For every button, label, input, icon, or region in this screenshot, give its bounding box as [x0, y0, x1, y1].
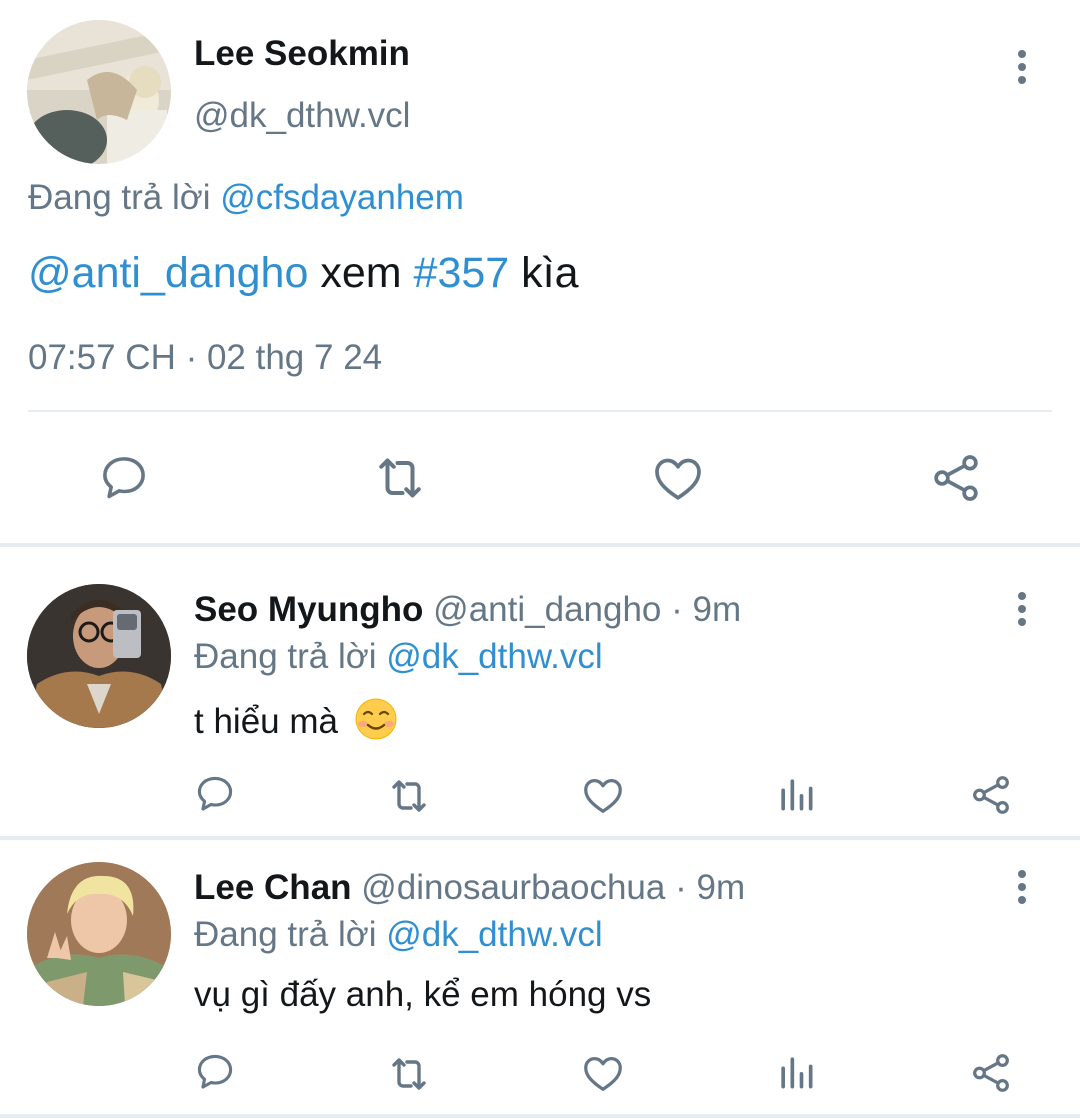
author-handle[interactable]: @anti_dangho [433, 590, 661, 629]
reply-icon [197, 776, 233, 811]
more-options-icon[interactable] [1016, 592, 1028, 626]
tweet-word: xem [320, 249, 402, 297]
author-handle[interactable]: @dk_dthw.vcl [194, 96, 410, 136]
retweet-button[interactable] [385, 1050, 433, 1098]
author-name[interactable]: Seo Myungho [194, 590, 423, 629]
avatar[interactable] [27, 862, 171, 1006]
reply-prefix: Đang trả lời [194, 637, 377, 676]
like-button[interactable] [580, 1050, 626, 1096]
section-divider [0, 836, 1080, 840]
avatar[interactable] [27, 20, 171, 164]
reply-text: vụ gì đấy anh, kể em hóng vs [194, 975, 652, 1014]
analytics-icon [781, 1057, 813, 1089]
retweet-button[interactable] [385, 772, 433, 820]
analytics-button[interactable] [774, 772, 818, 816]
reply-text-content: t hiểu mà [194, 701, 338, 741]
like-button[interactable] [580, 772, 626, 818]
share-button[interactable] [968, 772, 1014, 818]
reply-icon [103, 457, 145, 499]
like-icon [584, 778, 622, 813]
author-name[interactable]: Lee Chan [194, 868, 352, 907]
section-divider [0, 1114, 1080, 1118]
relative-time[interactable]: · 9m [675, 868, 745, 907]
reply-context: Đang trả lời @dk_dthw.vcl [194, 915, 603, 955]
more-options-icon[interactable] [1016, 50, 1028, 84]
reply-to-link[interactable]: @dk_dthw.vcl [386, 637, 602, 676]
reply-header: Seo Myungho @anti_dangho · 9m [194, 590, 741, 630]
timestamp[interactable]: 07:57 CH · 02 thg 7 24 [28, 338, 382, 378]
author-name[interactable]: Lee Seokmin [194, 34, 410, 74]
reply-prefix: Đang trả lời [28, 178, 211, 217]
reply-to-link[interactable]: @dk_dthw.vcl [386, 915, 602, 954]
reply-button[interactable] [193, 1050, 237, 1094]
reply-to-link[interactable]: @cfsdayanhem [220, 178, 464, 217]
analytics-button[interactable] [774, 1050, 818, 1094]
share-button[interactable] [968, 1050, 1014, 1096]
retweet-icon [392, 1058, 426, 1090]
relative-time[interactable]: · 9m [671, 590, 741, 629]
reply-context: Đang trả lời @dk_dthw.vcl [194, 637, 603, 677]
like-icon [655, 458, 701, 500]
reply-button[interactable] [193, 772, 237, 816]
mention-link[interactable]: @anti_dangho [28, 249, 308, 297]
reply-prefix: Đang trả lời [194, 915, 377, 954]
reply-context: Đang trả lời @cfsdayanhem [28, 178, 464, 218]
retweet-icon [392, 780, 426, 812]
like-button[interactable] [648, 448, 708, 508]
reply-icon [197, 1054, 233, 1089]
section-divider [0, 543, 1080, 547]
divider [28, 410, 1052, 412]
share-icon [973, 1054, 1009, 1092]
share-icon [934, 455, 978, 501]
reply-text: t hiểu mà [194, 697, 398, 750]
smiling-face-icon [354, 697, 398, 750]
tweet-text: @anti_dangho xem #357 kìa [28, 248, 579, 298]
share-button[interactable] [926, 448, 986, 508]
tweet-word: kìa [521, 249, 579, 297]
like-icon [584, 1056, 622, 1091]
more-options-icon[interactable] [1016, 870, 1028, 904]
reply-button[interactable] [94, 448, 154, 508]
retweet-button[interactable] [370, 448, 430, 508]
retweet-icon [379, 458, 421, 498]
hashtag-link[interactable]: #357 [414, 249, 510, 297]
analytics-icon [781, 779, 813, 811]
author-handle[interactable]: @dinosaurbaochua [361, 868, 665, 907]
share-icon [973, 776, 1009, 814]
avatar[interactable] [27, 584, 171, 728]
reply-header: Lee Chan @dinosaurbaochua · 9m [194, 868, 745, 908]
